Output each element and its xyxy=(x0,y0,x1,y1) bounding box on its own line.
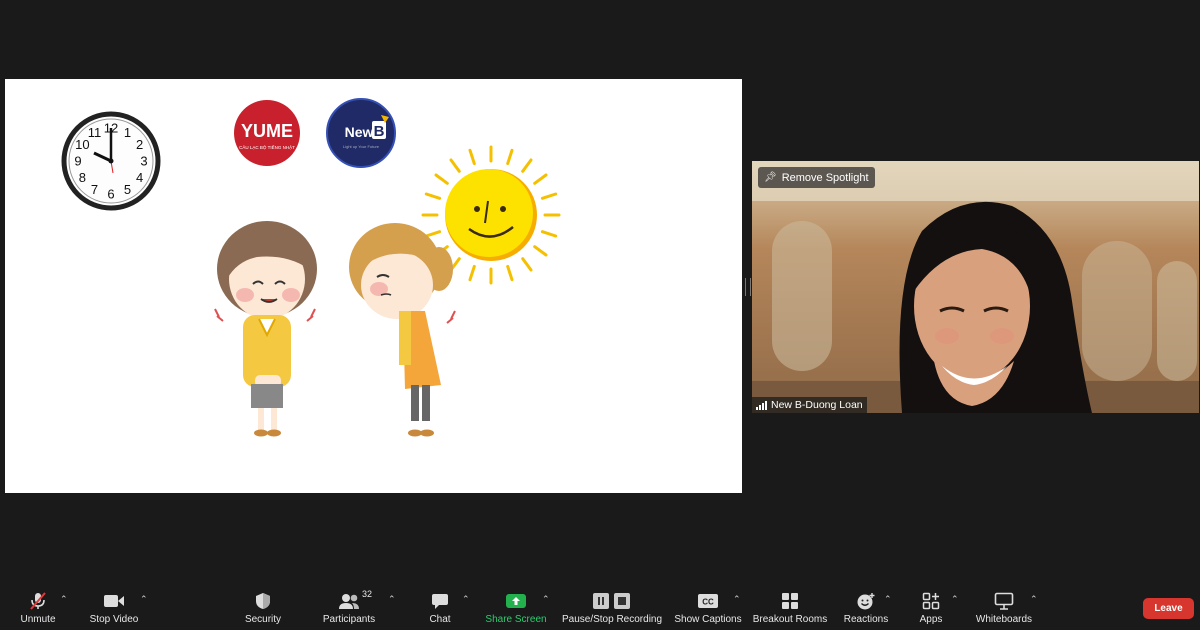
participants-icon: 32 xyxy=(338,588,372,614)
clock-icon: 121234567891011 xyxy=(61,111,161,211)
clock-number: 7 xyxy=(91,182,98,197)
svg-text:CÂU LẠC BỘ TIẾNG NHẬT: CÂU LẠC BỘ TIẾNG NHẬT xyxy=(239,144,295,150)
panel-splitter-handle[interactable] xyxy=(745,278,751,296)
shield-icon xyxy=(255,588,271,614)
participants-button[interactable]: 32 Participants xyxy=(320,582,378,630)
apps-icon xyxy=(922,588,940,614)
clock-number: 5 xyxy=(124,182,131,197)
yume-logo: YUME CÂU LẠC BỘ TIẾNG NHẬT xyxy=(234,100,300,166)
breakout-rooms-button[interactable]: Breakout Rooms xyxy=(752,582,828,630)
meeting-toolbar: Unmute ⌃ Stop Video ⌃ Security 32 Partic… xyxy=(0,582,1200,630)
yume-logo-text: YUME xyxy=(241,121,293,141)
sun-ray xyxy=(540,230,558,238)
sun-ray xyxy=(468,148,476,166)
leave-label: Leave xyxy=(1154,603,1183,614)
apps-button[interactable]: Apps xyxy=(916,582,946,630)
share-screen-icon xyxy=(505,588,527,614)
sun-ray xyxy=(533,245,548,257)
svg-text:CC: CC xyxy=(702,598,714,607)
pin-icon: 📌︎ xyxy=(764,172,777,183)
clock-number: 1 xyxy=(124,125,131,140)
whiteboards-button[interactable]: Whiteboards xyxy=(974,582,1034,630)
newb-logo: New B Light up Your Future xyxy=(326,98,396,168)
whiteboard-icon xyxy=(994,588,1014,614)
reaction-smiley-icon xyxy=(856,588,876,614)
sun-ray xyxy=(533,173,548,185)
slide-illustration: 121234567891011 YUME CÂU LẠC BỘ TIẾNG NH… xyxy=(61,98,561,437)
woman-left-illustration xyxy=(214,221,317,437)
microphone-muted-icon xyxy=(28,588,48,614)
participant-name: New B-Duong Loan xyxy=(771,399,863,411)
remove-spotlight-button[interactable]: 📌︎ Remove Spotlight xyxy=(758,167,875,188)
participants-options-caret[interactable]: ⌃ xyxy=(388,594,396,605)
clock-number: 3 xyxy=(140,154,147,169)
remove-spotlight-label: Remove Spotlight xyxy=(781,171,869,184)
girl-right-illustration xyxy=(349,223,456,437)
sun-ray xyxy=(521,257,533,272)
leave-button[interactable]: Leave xyxy=(1143,598,1194,619)
clock-number: 11 xyxy=(88,125,102,140)
reactions-button[interactable]: Reactions xyxy=(843,582,889,630)
video-camera-icon xyxy=(103,588,125,614)
show-captions-button[interactable]: CC Show Captions xyxy=(674,582,742,630)
participant-video-tile[interactable]: 📌︎ Remove Spotlight New B-Duong Loan xyxy=(752,161,1199,413)
svg-text:New: New xyxy=(345,124,374,140)
clock-number: 6 xyxy=(107,187,114,202)
svg-text:Light up Your Future: Light up Your Future xyxy=(343,144,380,149)
stop-video-button[interactable]: Stop Video xyxy=(86,582,142,630)
sun-ray xyxy=(540,192,558,200)
chat-bubble-icon xyxy=(431,588,449,614)
share-options-caret[interactable]: ⌃ xyxy=(542,594,550,605)
signal-strength-icon xyxy=(756,400,767,410)
clock-number: 2 xyxy=(136,137,143,152)
chat-button[interactable]: Chat xyxy=(427,582,453,630)
chat-options-caret[interactable]: ⌃ xyxy=(462,594,470,605)
svg-text:B: B xyxy=(374,123,385,140)
participant-name-tag: New B-Duong Loan xyxy=(752,397,867,413)
sun-ray xyxy=(468,264,476,282)
participant-video-feed xyxy=(752,161,1199,413)
unmute-button[interactable]: Unmute xyxy=(17,582,59,630)
sun-ray xyxy=(521,158,533,173)
captions-options-caret[interactable]: ⌃ xyxy=(733,594,741,605)
sun-ray xyxy=(506,264,514,282)
recording-controls-icon xyxy=(592,588,632,614)
sun-ray xyxy=(434,173,449,185)
apps-options-caret[interactable]: ⌃ xyxy=(951,594,959,605)
sun-ray xyxy=(506,148,514,166)
shared-screen: 121234567891011 YUME CÂU LẠC BỘ TIẾNG NH… xyxy=(5,79,742,493)
sun-ray xyxy=(424,192,442,200)
clock-number: 9 xyxy=(74,154,81,169)
pause-stop-recording-button[interactable]: Pause/Stop Recording xyxy=(562,582,662,630)
participants-count: 32 xyxy=(362,589,373,599)
breakout-rooms-icon xyxy=(781,588,799,614)
share-screen-button[interactable]: Share Screen xyxy=(485,582,547,630)
clock-number: 4 xyxy=(136,170,143,185)
reactions-options-caret[interactable]: ⌃ xyxy=(884,594,892,605)
audio-options-caret[interactable]: ⌃ xyxy=(60,594,68,605)
security-button[interactable]: Security xyxy=(242,582,284,630)
whiteboards-options-caret[interactable]: ⌃ xyxy=(1030,594,1038,605)
closed-captions-icon: CC xyxy=(697,588,719,614)
sun-ray xyxy=(424,230,442,238)
sun-ray xyxy=(449,158,461,173)
clock-number: 8 xyxy=(79,170,86,185)
video-options-caret[interactable]: ⌃ xyxy=(140,594,148,605)
